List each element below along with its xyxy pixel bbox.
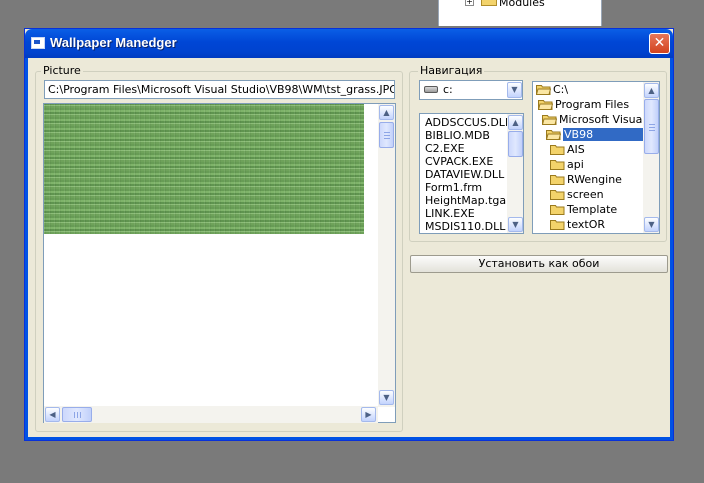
hard-drive-icon xyxy=(424,86,438,93)
scroll-down-button[interactable]: ▼ xyxy=(508,217,523,232)
scroll-down-button[interactable]: ▼ xyxy=(644,217,659,232)
folder-icon xyxy=(550,145,565,155)
list-item[interactable]: MSDIS110.DLL xyxy=(425,220,507,233)
list-item[interactable]: Form1.frm xyxy=(425,181,507,194)
dir-item-rwengine[interactable]: RWengine xyxy=(550,172,622,187)
folder-icon xyxy=(550,160,565,170)
list-item[interactable]: DATAVIEW.DLL xyxy=(425,168,507,181)
list-item[interactable]: HeightMap.tga xyxy=(425,194,507,207)
folder-icon xyxy=(550,175,565,185)
drive-value: c: xyxy=(443,83,453,96)
folder-icon xyxy=(481,0,497,6)
dir-item-textor[interactable]: textOR xyxy=(550,217,605,232)
dir-item-api[interactable]: api xyxy=(550,157,584,172)
list-item[interactable]: CVPACK.EXE xyxy=(425,155,507,168)
picture-horizontal-scrollbar[interactable] xyxy=(44,406,378,423)
list-item[interactable]: LINK.EXE xyxy=(425,207,507,220)
dir-item-program-files[interactable]: Program Files xyxy=(538,97,629,112)
scroll-down-button[interactable]: ▼ xyxy=(379,390,394,405)
app-icon xyxy=(31,37,45,49)
folder-icon xyxy=(550,205,565,215)
scroll-up-button[interactable]: ▲ xyxy=(644,83,659,98)
navigation-group-label: Навигация xyxy=(418,64,485,77)
horizontal-scroll-thumb[interactable] xyxy=(62,407,92,422)
open-folder-icon xyxy=(536,85,551,95)
list-item[interactable]: C2.EXE xyxy=(425,142,507,155)
scroll-up-button[interactable]: ▲ xyxy=(508,115,523,130)
path-field[interactable]: C:\Program Files\Microsoft Visual Studio… xyxy=(44,80,395,99)
tree-item-modules[interactable]: Modules xyxy=(499,0,545,9)
open-folder-icon xyxy=(538,100,553,110)
directory-scroll-thumb[interactable] xyxy=(644,99,659,154)
chevron-down-icon[interactable]: ▼ xyxy=(507,82,522,98)
open-folder-icon xyxy=(546,130,561,140)
window-title: Wallpaper Manedger xyxy=(50,35,177,50)
folder-icon xyxy=(550,220,565,230)
open-folder-icon xyxy=(542,115,557,125)
picture-group-label: Picture xyxy=(41,64,83,77)
drive-selector[interactable]: c: ▼ xyxy=(419,80,523,100)
tree-expand-icon[interactable]: + xyxy=(465,0,474,6)
set-wallpaper-button[interactable]: Установить как обои xyxy=(410,255,668,273)
file-list[interactable]: ADDSCCUS.DLL BIBLIO.MDB C2.EXE CVPACK.EX… xyxy=(419,113,524,234)
directory-list[interactable]: C:\ Program Files Microsoft Visual Studi… xyxy=(532,81,660,234)
scroll-left-button[interactable]: ◀ xyxy=(45,407,60,422)
dir-item-ais[interactable]: AIS xyxy=(550,142,585,157)
scroll-right-button[interactable]: ▶ xyxy=(361,407,376,422)
list-item[interactable]: ADDSCCUS.DLL xyxy=(425,116,507,129)
dir-item-screen[interactable]: screen xyxy=(550,187,604,202)
background-tree-window: + Modules xyxy=(438,0,602,26)
title-bar[interactable]: Wallpaper Manedger ✕ xyxy=(25,29,673,58)
dir-item-vb98[interactable]: VB98 xyxy=(546,127,654,142)
close-button[interactable]: ✕ xyxy=(649,33,670,54)
dir-item-root[interactable]: C:\ xyxy=(536,82,568,97)
wallpaper-preview-image xyxy=(44,104,364,234)
vertical-scroll-thumb[interactable] xyxy=(379,122,394,148)
list-item[interactable]: BIBLIO.MDB xyxy=(425,129,507,142)
picture-vertical-scrollbar[interactable] xyxy=(378,104,395,407)
dir-item-template[interactable]: Template xyxy=(550,202,617,217)
scroll-up-button[interactable]: ▲ xyxy=(379,105,394,120)
file-list-scroll-thumb[interactable] xyxy=(508,131,523,157)
folder-icon xyxy=(550,190,565,200)
